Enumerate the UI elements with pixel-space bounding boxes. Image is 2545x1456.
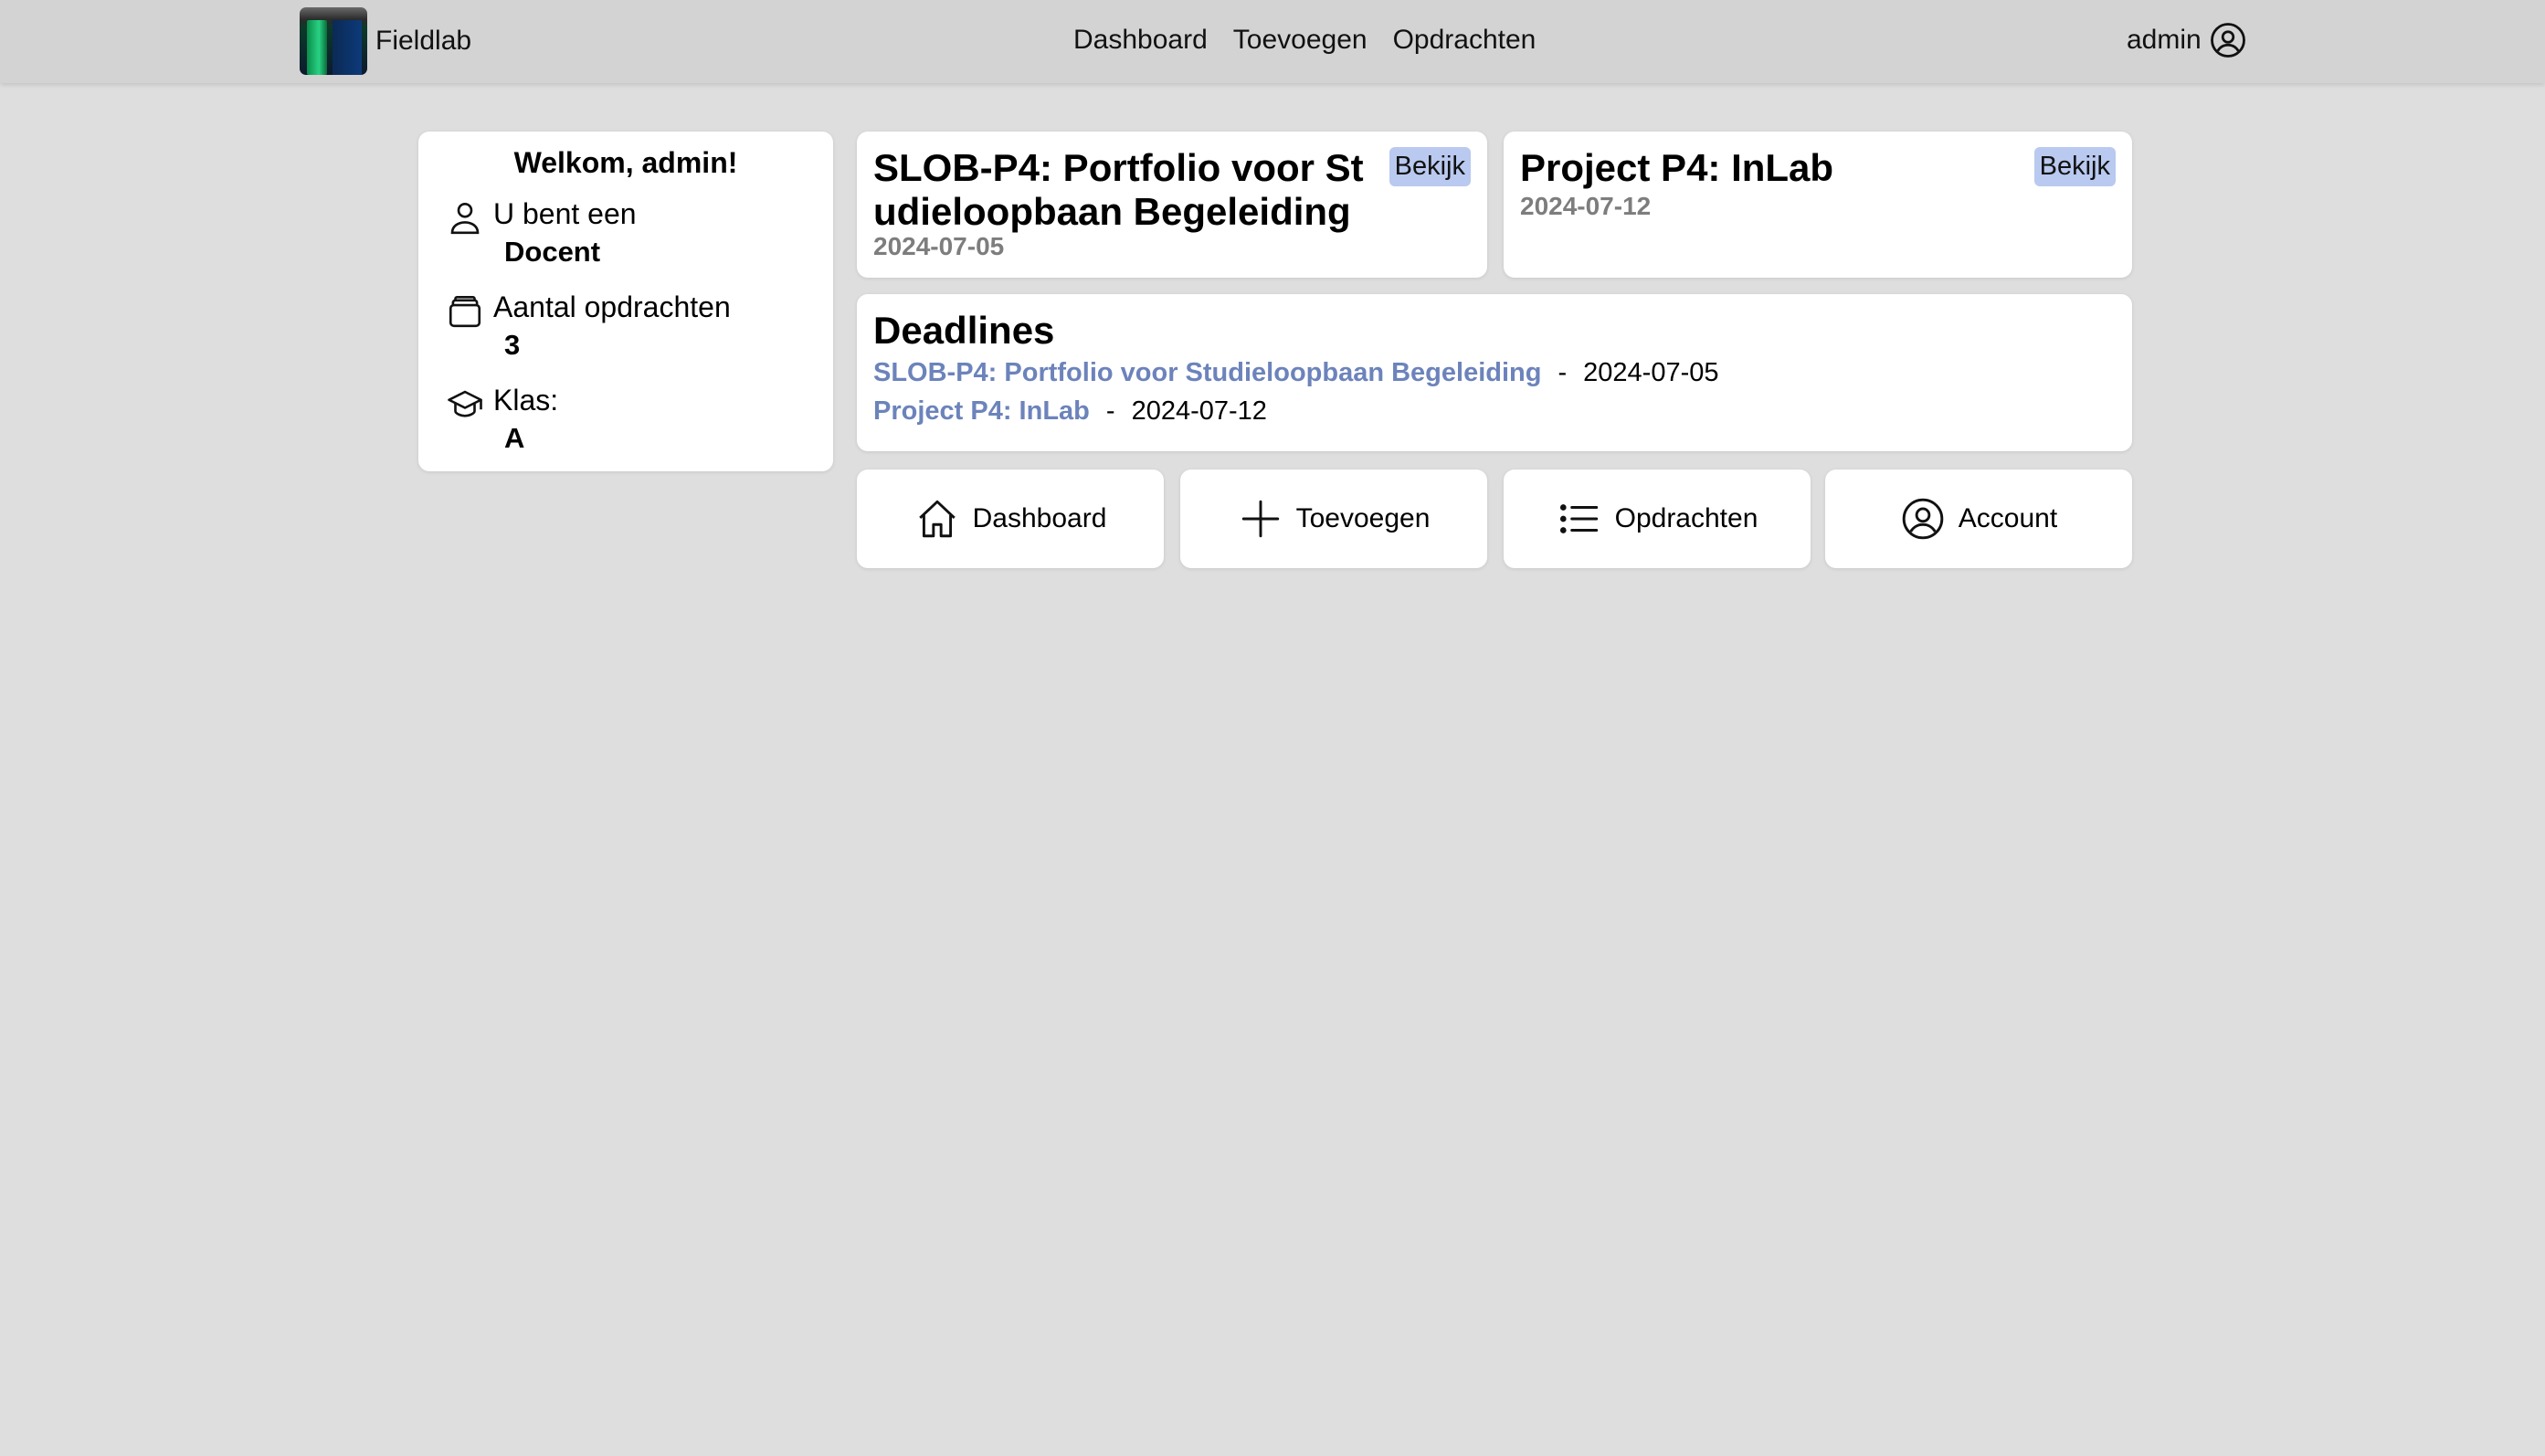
- view-button[interactable]: Bekijk: [2033, 147, 2116, 186]
- brand-name[interactable]: Fieldlab: [375, 26, 471, 57]
- assignment-card: SLOB-P4: Portfolio voor Studieloopbaan B…: [857, 132, 1487, 278]
- welcome-card: Welkom, admin! U bent een Docent Aantal …: [418, 132, 833, 471]
- quick-link-account[interactable]: Account: [1825, 470, 2132, 568]
- plus-icon: [1241, 500, 1279, 538]
- deadline-date: 2024-07-12: [1131, 396, 1267, 426]
- deadline-item: Project P4: InLab -2024-07-12: [873, 396, 1267, 427]
- deadline-date: 2024-07-05: [1583, 358, 1719, 387]
- quick-link-dashboard[interactable]: Dashboard: [857, 470, 1164, 568]
- quick-link-label: Dashboard: [972, 503, 1107, 533]
- role-label: U bent een: [493, 197, 637, 230]
- user-circle-icon[interactable]: [2209, 21, 2247, 59]
- deadline-separator: -: [1558, 358, 1568, 387]
- home-icon: [918, 500, 956, 538]
- deadline-link[interactable]: Project P4: InLab: [873, 396, 1090, 426]
- assignment-card: Project P4: InLab 2024-07-12 Bekijk: [1504, 132, 2132, 278]
- quick-link-label: Opdrachten: [1614, 503, 1758, 533]
- person-icon: [450, 202, 480, 235]
- welcome-title: Welkom, admin!: [513, 146, 738, 179]
- brand-logo[interactable]: [300, 7, 367, 75]
- assignment-title: SLOB-P4: Portfolio voor Studieloopbaan B…: [873, 146, 1364, 233]
- nav-link-dashboard[interactable]: Dashboard: [1073, 25, 1208, 56]
- nav-links: Dashboard Toevoegen Opdrachten: [1073, 0, 1561, 80]
- view-button[interactable]: Bekijk: [1389, 147, 1471, 186]
- class-value: A: [504, 422, 525, 454]
- graduation-cap-icon: [448, 390, 482, 417]
- assignment-date: 2024-07-05: [873, 232, 1005, 260]
- quick-link-label: Account: [1958, 503, 2058, 533]
- assignment-count-value: 3: [504, 329, 521, 361]
- archive-icon: [449, 295, 481, 328]
- user-circle-icon: [1902, 498, 1944, 540]
- user-name[interactable]: admin: [2127, 25, 2202, 56]
- nav-link-opdrachten[interactable]: Opdrachten: [1393, 25, 1537, 56]
- deadline-separator: -: [1105, 396, 1115, 426]
- nav-link-toevoegen[interactable]: Toevoegen: [1233, 25, 1368, 56]
- quick-link-toevoegen[interactable]: Toevoegen: [1180, 470, 1487, 568]
- quick-link-label: Toevoegen: [1295, 503, 1431, 533]
- deadline-item: SLOB-P4: Portfolio voor Studieloopbaan B…: [873, 358, 1719, 388]
- user-menu[interactable]: admin: [2127, 0, 2247, 80]
- top-navbar: Fieldlab Dashboard Toevoegen Opdrachten …: [0, 0, 2545, 83]
- deadlines-title: Deadlines: [873, 309, 1055, 352]
- deadlines-card: Deadlines SLOB-P4: Portfolio voor Studie…: [857, 294, 2132, 451]
- deadline-link[interactable]: SLOB-P4: Portfolio voor Studieloopbaan B…: [873, 358, 1541, 387]
- role-value: Docent: [504, 236, 601, 268]
- quick-link-opdrachten[interactable]: Opdrachten: [1504, 470, 1811, 568]
- assignment-title: Project P4: InLab: [1520, 146, 1834, 189]
- class-label: Klas:: [493, 384, 559, 417]
- assignment-date: 2024-07-12: [1520, 192, 1652, 220]
- list-icon: [1559, 504, 1598, 533]
- assignment-count-label: Aantal opdrachten: [493, 290, 731, 323]
- brand[interactable]: Fieldlab: [300, 6, 471, 76]
